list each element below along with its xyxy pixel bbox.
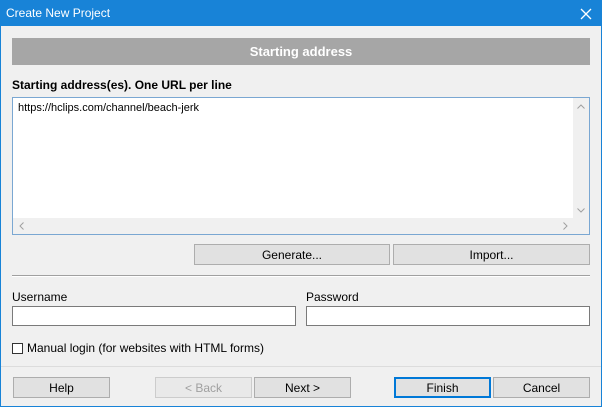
- password-label: Password: [306, 290, 359, 304]
- password-field[interactable]: [306, 306, 590, 326]
- manual-login-row[interactable]: Manual login (for websites with HTML for…: [12, 341, 264, 355]
- username-field[interactable]: [12, 306, 296, 326]
- scroll-down-icon[interactable]: [573, 202, 589, 218]
- urls-textarea-content[interactable]: https://hclips.com/channel/beach-jerk: [18, 102, 199, 114]
- scroll-left-icon[interactable]: [13, 218, 29, 234]
- section-header: Starting address: [12, 38, 590, 65]
- next-button[interactable]: Next >: [254, 377, 351, 398]
- generate-button[interactable]: Generate...: [194, 244, 390, 265]
- finish-button[interactable]: Finish: [394, 377, 491, 398]
- manual-login-label[interactable]: Manual login (for websites with HTML for…: [27, 341, 264, 355]
- import-button[interactable]: Import...: [393, 244, 590, 265]
- horizontal-scrollbar[interactable]: [13, 218, 573, 234]
- username-label: Username: [12, 290, 68, 304]
- scroll-up-icon[interactable]: [573, 98, 589, 114]
- create-project-dialog: Create New Project Starting address Star…: [0, 0, 602, 407]
- title-bar: Create New Project: [1, 1, 601, 26]
- urls-label: Starting address(es). One URL per line: [12, 78, 232, 92]
- divider: [12, 275, 590, 277]
- manual-login-checkbox[interactable]: [12, 342, 23, 354]
- window-title: Create New Project: [6, 6, 111, 20]
- close-icon[interactable]: [571, 1, 601, 26]
- vertical-scrollbar[interactable]: [573, 98, 589, 218]
- scrollbar-corner: [573, 218, 589, 234]
- help-button[interactable]: Help: [13, 377, 110, 398]
- back-button[interactable]: < Back: [155, 377, 252, 398]
- scroll-right-icon[interactable]: [557, 218, 573, 234]
- footer-divider: [1, 366, 601, 367]
- cancel-button[interactable]: Cancel: [493, 377, 590, 398]
- urls-textarea[interactable]: https://hclips.com/channel/beach-jerk: [12, 97, 590, 235]
